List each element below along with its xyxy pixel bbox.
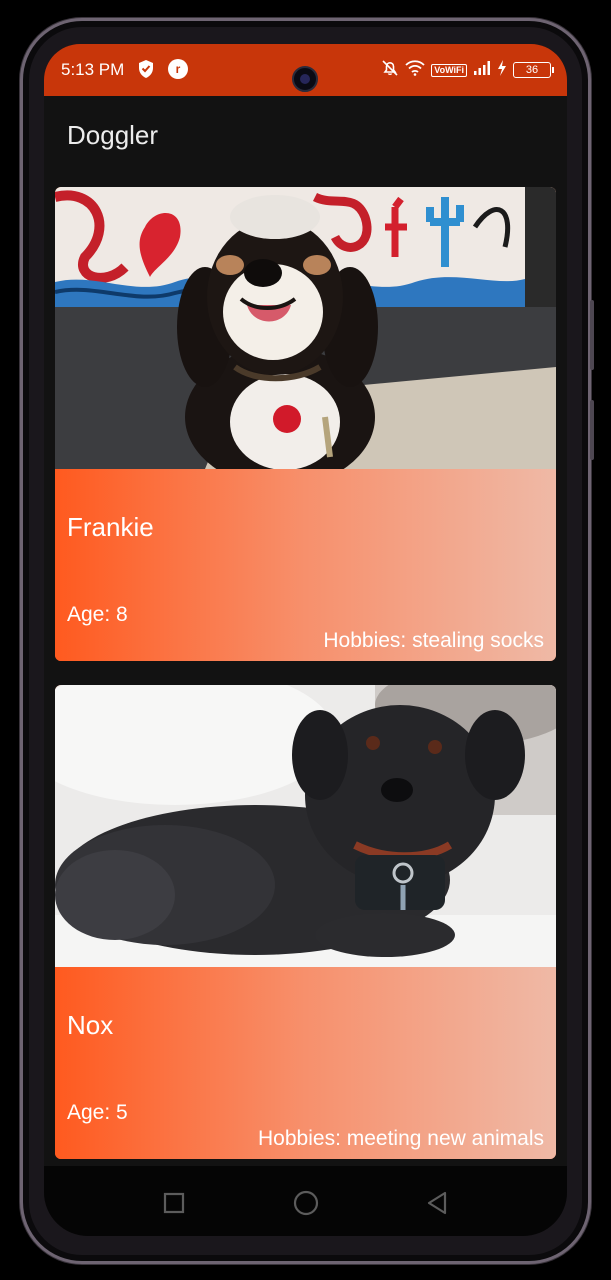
app-title: Doggler	[67, 120, 159, 150]
dog-hobbies: Hobbies: meeting new animals	[258, 1127, 544, 1150]
dog-hobbies: Hobbies: stealing socks	[323, 629, 544, 652]
app-badge-icon: r	[168, 59, 188, 79]
wifi-icon	[405, 59, 425, 81]
dog-card[interactable]: Nox Age: 5 Hobbies: meeting new animals	[55, 685, 556, 1159]
bell-off-icon	[381, 59, 399, 82]
back-triangle-icon[interactable]	[422, 1188, 452, 1218]
vowifi-label: VoWiFi	[431, 63, 467, 77]
dog-age: Age: 8	[67, 603, 128, 626]
home-circle-icon[interactable]	[291, 1188, 321, 1218]
signal-icon	[473, 60, 491, 81]
front-camera	[292, 66, 318, 92]
charging-icon	[497, 59, 507, 81]
dog-info: Frankie Age: 8 Hobbies: stealing socks	[55, 469, 556, 661]
app-bar: Doggler	[44, 96, 567, 176]
dog-name: Nox	[67, 1010, 114, 1040]
shield-icon	[137, 59, 155, 84]
phone-screen-holder: 5:13 PM r VoWiFi 36 Doggler Frankie Age:…	[20, 18, 591, 1264]
dog-info: Nox Age: 5 Hobbies: meeting new animals	[55, 967, 556, 1159]
dog-name: Frankie	[67, 512, 154, 542]
status-bar: 5:13 PM r VoWiFi 36	[44, 44, 567, 96]
navigation-bar	[44, 1166, 567, 1236]
dog-photo	[55, 685, 556, 967]
status-icons-right: VoWiFi 36	[381, 59, 554, 82]
dog-card[interactable]: Frankie Age: 8 Hobbies: stealing socks	[55, 187, 556, 661]
battery-icon: 36	[513, 62, 554, 78]
status-time: 5:13 PM	[61, 60, 125, 79]
dog-photo	[55, 187, 556, 487]
recents-square-icon[interactable]	[159, 1188, 189, 1218]
screen: 5:13 PM r VoWiFi 36 Doggler Frankie Age:…	[44, 44, 567, 1236]
dog-age: Age: 5	[67, 1101, 128, 1124]
